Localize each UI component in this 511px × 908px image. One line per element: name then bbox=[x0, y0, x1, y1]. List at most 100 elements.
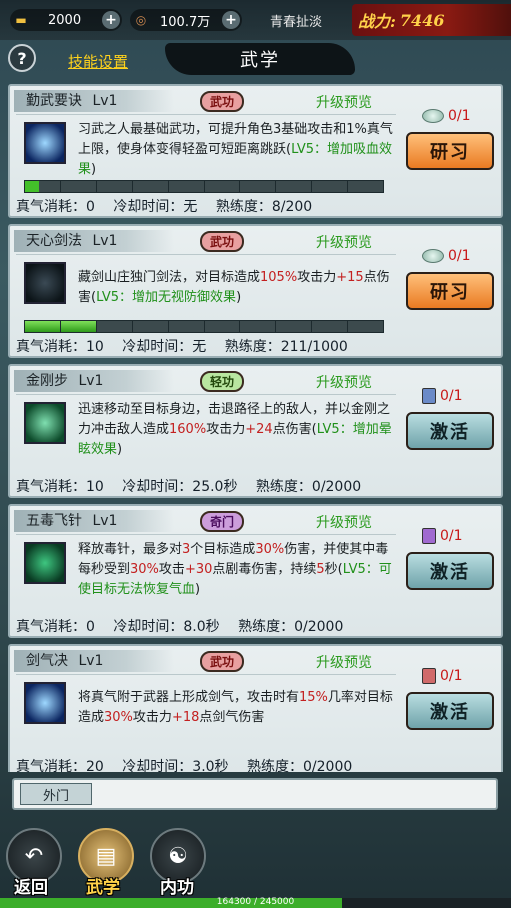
proficiency: 熟练度：8/200 bbox=[215, 199, 313, 215]
skill-name-bar: 勤武要诀 Lv1 bbox=[14, 90, 174, 112]
skill-description: 藏剑山庄独门剑法，对目标造成105%攻击力+15点伤害(LV5：增加无视防御效果… bbox=[78, 270, 390, 305]
skill-settings-link[interactable]: 技能设置 bbox=[68, 51, 128, 72]
manual-book-icon bbox=[422, 668, 436, 684]
activate-button[interactable]: 激活 bbox=[406, 692, 494, 730]
coin-icon: ◎ bbox=[135, 13, 147, 27]
cost-value: 0/1 bbox=[440, 668, 463, 684]
skill-stats: 真气消耗：0 冷却时间：8.0秒 熟练度：0/2000 bbox=[16, 616, 496, 636]
meditation-icon: ☯ bbox=[168, 843, 188, 869]
divider bbox=[16, 114, 396, 115]
cooldown: 冷却时间：25.0秒 bbox=[122, 479, 238, 495]
cooldown: 冷却时间：8.0秒 bbox=[113, 619, 220, 635]
cost-value: 0/1 bbox=[448, 108, 471, 124]
power-label: 战力: bbox=[358, 12, 396, 31]
skill-icon bbox=[24, 262, 66, 304]
jade-coin-icon bbox=[422, 109, 444, 123]
skill-icon bbox=[24, 122, 66, 164]
qi-cost: 真气消耗：20 bbox=[16, 759, 104, 772]
skill-stats: 真气消耗：10 冷却时间：25.0秒 熟练度：0/2000 bbox=[16, 476, 496, 496]
skill-level: Lv1 bbox=[92, 93, 118, 109]
proficiency: 熟练度：211/1000 bbox=[224, 339, 348, 355]
skill-list[interactable]: 勤武要诀 Lv1 武功 升级预览 习武之人最基础武功，可提升角色3基础攻击和1%… bbox=[8, 82, 503, 772]
skill-name-bar: 剑气决 Lv1 bbox=[14, 650, 174, 672]
skill-name: 剑气决 bbox=[26, 653, 68, 669]
proficiency: 熟练度：0/2000 bbox=[238, 619, 344, 635]
skill-level: Lv1 bbox=[92, 513, 118, 529]
tab-outer-sect[interactable]: 外门 bbox=[20, 783, 92, 805]
skill-description: 迅速移动至目标身边，击退路径上的敌人，并以金刚之力冲击敌人造成160%攻击力+2… bbox=[78, 402, 392, 457]
activate-button[interactable]: 激活 bbox=[406, 412, 494, 450]
cost-value: 0/1 bbox=[440, 528, 463, 544]
server-name: 青春扯淡 bbox=[270, 15, 323, 30]
category-tab-bar: 外门 bbox=[12, 778, 498, 810]
coin-value: 100.7万 bbox=[160, 14, 211, 30]
cooldown: 冷却时间：无 bbox=[122, 339, 207, 355]
back-label: 返回 bbox=[14, 878, 48, 898]
skill-description: 释放毒针，最多对3个目标造成30%伤害，并使其中毒每秒受到30%攻击+30点剧毒… bbox=[78, 542, 392, 597]
proficiency: 熟练度：0/2000 bbox=[255, 479, 362, 495]
skill-name: 金刚步 bbox=[26, 373, 68, 389]
qi-cost: 真气消耗：0 bbox=[16, 199, 95, 215]
study-button[interactable]: 研习 bbox=[406, 272, 494, 310]
skill-level: Lv1 bbox=[92, 233, 118, 249]
divider bbox=[16, 254, 396, 255]
qi-cost: 真气消耗：10 bbox=[16, 479, 104, 495]
skill-name: 勤武要诀 bbox=[26, 93, 82, 109]
skill-description: 习武之人最基础武功，可提升角色3基础攻击和1%真气上限，使身体变得轻盈可短距离跳… bbox=[78, 122, 393, 177]
upgrade-preview-link[interactable]: 升级预览 bbox=[316, 232, 372, 252]
experience-text: 164300 / 245000 bbox=[216, 897, 295, 907]
upgrade-preview-link[interactable]: 升级预览 bbox=[316, 512, 372, 532]
skill-name-bar: 五毒飞针 Lv1 bbox=[14, 510, 174, 532]
skill-type-badge: 武功 bbox=[200, 91, 244, 112]
inner-power-label: 内功 bbox=[160, 878, 194, 898]
jade-coin-icon bbox=[422, 249, 444, 263]
add-coin-button[interactable]: + bbox=[222, 11, 240, 29]
top-bar: ▬ 2000 + ◎ 100.7万 + 青春扯淡 战力: 7446 bbox=[0, 0, 511, 40]
material-cost: 0/1 bbox=[422, 668, 463, 684]
material-cost: 0/1 bbox=[422, 248, 471, 264]
divider bbox=[16, 394, 396, 395]
manual-book-icon bbox=[422, 528, 436, 544]
skill-name: 五毒飞针 bbox=[26, 513, 82, 529]
cost-value: 0/1 bbox=[448, 248, 471, 264]
power-value: 7446 bbox=[399, 10, 445, 30]
skill-name: 天心剑法 bbox=[26, 233, 82, 249]
proficiency-bar bbox=[24, 320, 384, 333]
divider bbox=[16, 534, 396, 535]
activate-button[interactable]: 激活 bbox=[406, 552, 494, 590]
cooldown: 冷却时间：无 bbox=[113, 199, 198, 215]
add-ingot-button[interactable]: + bbox=[102, 11, 120, 29]
skill-level: Lv1 bbox=[78, 653, 104, 669]
cost-value: 0/1 bbox=[440, 388, 463, 404]
ingot-counter: ▬ 2000 + bbox=[10, 9, 122, 31]
back-arrow-icon: ↶ bbox=[24, 843, 44, 869]
material-cost: 0/1 bbox=[422, 388, 463, 404]
upgrade-preview-link[interactable]: 升级预览 bbox=[316, 372, 372, 392]
skill-card: 金刚步 Lv1 轻功 升级预览 迅速移动至目标身边，击退路径上的敌人，并以金刚之… bbox=[8, 364, 503, 498]
help-button[interactable]: ? bbox=[8, 44, 36, 72]
coin-counter: ◎ 100.7万 + bbox=[130, 9, 242, 31]
combat-power: 战力: 7446 bbox=[352, 4, 511, 36]
divider bbox=[16, 674, 396, 675]
skill-type-badge: 武功 bbox=[200, 651, 244, 672]
skill-type-badge: 奇门 bbox=[200, 511, 244, 532]
skill-stats: 真气消耗：0 冷却时间：无 熟练度：8/200 bbox=[16, 196, 496, 216]
skill-type-badge: 武功 bbox=[200, 231, 244, 252]
skill-stats: 真气消耗：10 冷却时间：无 熟练度：211/1000 bbox=[16, 336, 496, 356]
skill-icon bbox=[24, 682, 66, 724]
qi-cost: 真气消耗：10 bbox=[16, 339, 104, 355]
skill-name-bar: 金刚步 Lv1 bbox=[14, 370, 174, 392]
skill-card: 勤武要诀 Lv1 武功 升级预览 习武之人最基础武功，可提升角色3基础攻击和1%… bbox=[8, 84, 503, 218]
skill-name-bar: 天心剑法 Lv1 bbox=[14, 230, 174, 252]
upgrade-preview-link[interactable]: 升级预览 bbox=[316, 92, 372, 112]
ingot-value: 2000 bbox=[48, 12, 82, 28]
scroll-book-icon: ▤ bbox=[95, 843, 117, 869]
study-button[interactable]: 研习 bbox=[406, 132, 494, 170]
skill-card: 剑气决 Lv1 武功 升级预览 将真气附于武器上形成剑气，攻击时有15%几率对目… bbox=[8, 644, 503, 772]
manual-book-icon bbox=[422, 388, 436, 404]
cooldown: 冷却时间：3.0秒 bbox=[122, 759, 229, 772]
proficiency-bar bbox=[24, 180, 384, 193]
qi-cost: 真气消耗：0 bbox=[16, 619, 95, 635]
upgrade-preview-link[interactable]: 升级预览 bbox=[316, 652, 372, 672]
skill-card: 天心剑法 Lv1 武功 升级预览 藏剑山庄独门剑法，对目标造成105%攻击力+1… bbox=[8, 224, 503, 358]
